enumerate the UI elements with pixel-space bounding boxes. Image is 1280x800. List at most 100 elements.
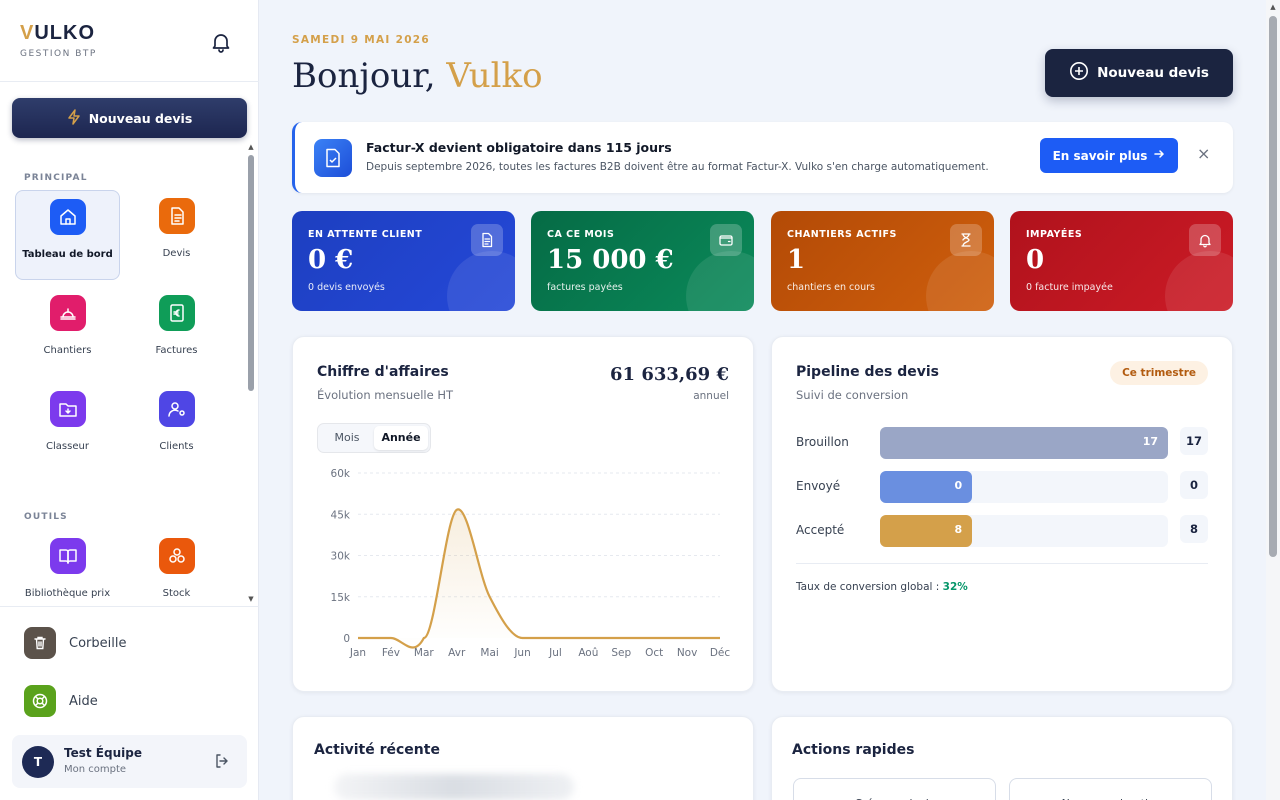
sidebar-item-label: Factures — [155, 345, 198, 356]
pipeline-label: Envoyé — [796, 479, 841, 493]
revenue-card: Chiffre d'affaires Évolution mensuelle H… — [292, 336, 754, 692]
pipeline-label: Accepté — [796, 523, 845, 537]
page-title: Bonjour, Vulko — [292, 56, 543, 96]
pipeline-row: Brouillon 17 17 — [796, 427, 1208, 459]
arrow-right-icon — [1153, 148, 1165, 163]
document-icon — [158, 198, 195, 234]
sidebar-item-help[interactable]: Aide — [24, 685, 98, 717]
chart-ytick-label: 60k — [331, 468, 351, 480]
scroll-up-arrow-icon[interactable]: ▲ — [1266, 0, 1280, 14]
sidebar-item-devis[interactable]: Devis — [124, 190, 229, 280]
scroll-up-arrow-icon[interactable]: ▲ — [247, 143, 255, 151]
pipeline-bar: 8 — [880, 515, 973, 547]
pipeline-bar: 17 — [880, 427, 1168, 459]
trash-icon — [24, 627, 56, 659]
pipeline-bar-value: 8 — [954, 523, 963, 536]
sidebar-item-trash[interactable]: Corbeille — [24, 627, 126, 659]
new-quote-label: Nouveau devis — [1097, 65, 1209, 81]
sidebar-item-label: Chantiers — [43, 345, 92, 356]
conversion-label: Taux de conversion global : — [796, 581, 940, 593]
document-check-icon — [314, 139, 352, 177]
boxes-icon — [158, 538, 195, 574]
sidebar-item-chantiers[interactable]: Chantiers — [15, 287, 120, 377]
euro-receipt-icon — [158, 295, 195, 331]
home-icon — [49, 199, 86, 235]
stat-label: IMPAYÉES — [1026, 229, 1083, 240]
chart-xtick-label: Oct — [645, 647, 663, 659]
divider — [0, 606, 259, 607]
scroll-down-arrow-icon[interactable]: ▼ — [247, 595, 255, 603]
avatar: T — [22, 746, 54, 778]
learn-more-button[interactable]: En savoir plus — [1040, 138, 1178, 173]
chart-xtick-label: Jan — [349, 647, 366, 659]
divider — [796, 563, 1208, 564]
pipeline-count: 8 — [1180, 515, 1208, 543]
stat-value: 0 — [1026, 245, 1045, 275]
conversion-value: 32% — [942, 581, 968, 593]
pipeline-count: 0 — [1180, 471, 1208, 499]
notifications-bell-icon[interactable] — [209, 30, 233, 54]
sidebar-item-label: Devis — [162, 248, 191, 259]
brand-logo[interactable]: VULKO GESTION BTP — [20, 22, 97, 59]
sidebar-item-label: Aide — [69, 693, 98, 709]
greeting-text: Bonjour, — [292, 56, 436, 96]
facturx-banner: Factur-X devient obligatoire dans 115 jo… — [292, 122, 1233, 193]
chart-area-fill — [358, 509, 720, 648]
pipeline-track: 17 — [880, 427, 1168, 459]
stat-value: 15 000 € — [547, 245, 674, 275]
stat-value: 0 € — [308, 245, 354, 275]
scrollbar-thumb[interactable] — [1269, 16, 1277, 557]
quick-action-new-site[interactable]: Nouveau chantier — [1009, 778, 1212, 800]
sidebar-scrollbar[interactable]: ▲ ▼ — [247, 143, 255, 603]
main-scrollbar[interactable]: ▲ — [1266, 0, 1280, 800]
stat-sublabel: chantiers en cours — [787, 282, 875, 293]
brand-name: VULKO — [20, 22, 96, 44]
chart-xtick-label: Sep — [611, 647, 631, 659]
stat-label: EN ATTENTE CLIENT — [308, 229, 423, 240]
divider — [0, 81, 259, 82]
pipeline-bar-value: 17 — [1142, 435, 1158, 448]
chart-ytick-label: 0 — [343, 633, 350, 645]
sidebar-item-clients[interactable]: Clients — [124, 383, 229, 473]
decorative-circle — [1165, 251, 1233, 311]
decorative-circle — [926, 251, 994, 311]
sidebar-item-classeur[interactable]: Classeur — [15, 383, 120, 473]
section-label-outils: OUTILS — [24, 512, 68, 522]
chart-ytick-label: 45k — [331, 509, 351, 521]
learn-more-label: En savoir plus — [1052, 148, 1148, 163]
sidebar-item-factures[interactable]: Factures — [124, 287, 229, 377]
revenue-chart: 0 15k 30k 45k 60k Jan Fév Mar Avr Mai Jun Jul Aoû Sep… — [331, 468, 731, 659]
logout-icon[interactable] — [214, 753, 230, 769]
sidebar-new-quote-button[interactable]: Nouveau devis — [12, 98, 247, 138]
stat-sublabel: 0 devis envoyés — [308, 282, 385, 293]
stat-sublabel: factures payées — [547, 282, 623, 293]
chart-ytick-label: 30k — [331, 551, 351, 563]
sidebar-item-tableau-de-bord[interactable]: Tableau de bord — [15, 190, 120, 280]
user-account-card[interactable]: T Test Équipe Mon compte — [12, 735, 247, 788]
bell-icon — [1189, 224, 1221, 256]
stat-card-ca-ce-mois[interactable]: CA CE MOIS 15 000 € factures payées — [531, 211, 754, 311]
stat-label: CHANTIERS ACTIFS — [787, 229, 897, 240]
sidebar-item-label: Bibliothèque prix — [24, 588, 111, 599]
document-icon — [471, 224, 503, 256]
pipeline-title: Pipeline des devis — [796, 364, 940, 380]
pipeline-label: Brouillon — [796, 435, 849, 449]
quick-action-create-quote[interactable]: Créer un devis — [793, 778, 996, 800]
lightning-icon — [67, 108, 81, 128]
close-icon[interactable]: × — [1197, 144, 1210, 163]
scrollbar-thumb[interactable] — [248, 155, 254, 391]
period-badge[interactable]: Ce trimestre — [1110, 361, 1208, 385]
hardhat-icon — [49, 295, 86, 331]
stat-card-en-attente-client[interactable]: EN ATTENTE CLIENT 0 € 0 devis envoyés — [292, 211, 515, 311]
pipeline-bar: 0 — [880, 471, 973, 503]
chart-xtick-label: Fév — [382, 647, 400, 659]
stat-label: CA CE MOIS — [547, 229, 615, 240]
chart-xtick-label: Avr — [448, 647, 466, 659]
stat-card-chantiers-actifs[interactable]: CHANTIERS ACTIFS 1 chantiers en cours — [771, 211, 994, 311]
pipeline-bar-value: 0 — [954, 479, 963, 492]
folder-icon — [49, 391, 86, 427]
stat-card-impayées[interactable]: IMPAYÉES 0 0 facture impayée — [1010, 211, 1233, 311]
chart-xtick-label: Aoû — [578, 647, 598, 659]
banner-text: Depuis septembre 2026, toutes les factur… — [366, 161, 989, 173]
new-quote-button[interactable]: Nouveau devis — [1045, 49, 1233, 97]
